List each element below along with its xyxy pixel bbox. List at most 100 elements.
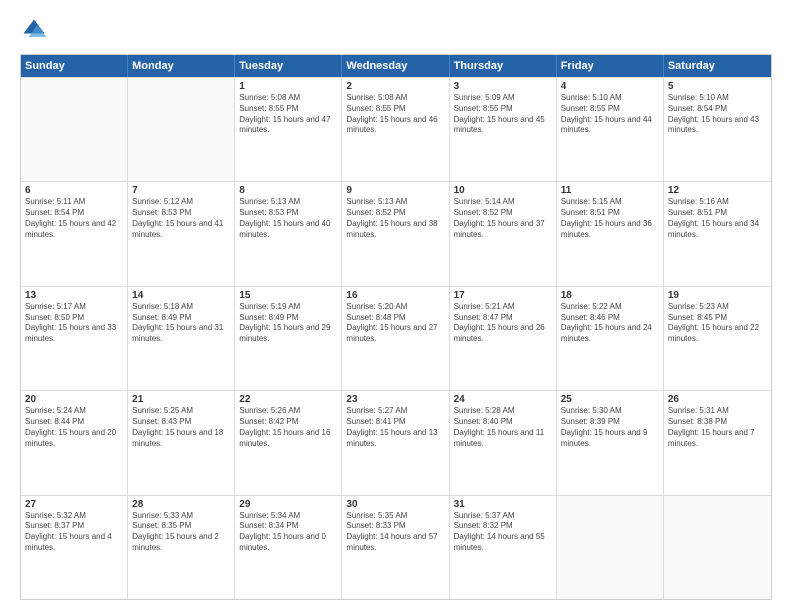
calendar-cell: 10Sunrise: 5:14 AM Sunset: 8:52 PM Dayli… — [450, 182, 557, 285]
calendar-cell: 28Sunrise: 5:33 AM Sunset: 8:35 PM Dayli… — [128, 496, 235, 599]
cell-details: Sunrise: 5:15 AM Sunset: 8:51 PM Dayligh… — [561, 197, 659, 240]
day-number: 13 — [25, 290, 123, 301]
calendar-cell — [21, 78, 128, 181]
cell-details: Sunrise: 5:12 AM Sunset: 8:53 PM Dayligh… — [132, 197, 230, 240]
cell-details: Sunrise: 5:11 AM Sunset: 8:54 PM Dayligh… — [25, 197, 123, 240]
calendar-cell: 7Sunrise: 5:12 AM Sunset: 8:53 PM Daylig… — [128, 182, 235, 285]
cell-details: Sunrise: 5:25 AM Sunset: 8:43 PM Dayligh… — [132, 406, 230, 449]
calendar-cell: 26Sunrise: 5:31 AM Sunset: 8:38 PM Dayli… — [664, 391, 771, 494]
calendar-row: 13Sunrise: 5:17 AM Sunset: 8:50 PM Dayli… — [21, 286, 771, 390]
calendar-body: 1Sunrise: 5:08 AM Sunset: 8:55 PM Daylig… — [21, 77, 771, 599]
cell-details: Sunrise: 5:16 AM Sunset: 8:51 PM Dayligh… — [668, 197, 767, 240]
calendar-cell: 24Sunrise: 5:28 AM Sunset: 8:40 PM Dayli… — [450, 391, 557, 494]
day-number: 27 — [25, 499, 123, 510]
calendar-header-cell: Tuesday — [235, 55, 342, 77]
cell-details: Sunrise: 5:34 AM Sunset: 8:34 PM Dayligh… — [239, 511, 337, 554]
calendar-cell: 2Sunrise: 5:08 AM Sunset: 8:55 PM Daylig… — [342, 78, 449, 181]
cell-details: Sunrise: 5:14 AM Sunset: 8:52 PM Dayligh… — [454, 197, 552, 240]
calendar-header-cell: Sunday — [21, 55, 128, 77]
cell-details: Sunrise: 5:24 AM Sunset: 8:44 PM Dayligh… — [25, 406, 123, 449]
calendar-cell: 30Sunrise: 5:35 AM Sunset: 8:33 PM Dayli… — [342, 496, 449, 599]
day-number: 11 — [561, 185, 659, 196]
calendar-cell — [664, 496, 771, 599]
calendar-cell: 5Sunrise: 5:10 AM Sunset: 8:54 PM Daylig… — [664, 78, 771, 181]
calendar-cell: 18Sunrise: 5:22 AM Sunset: 8:46 PM Dayli… — [557, 287, 664, 390]
cell-details: Sunrise: 5:26 AM Sunset: 8:42 PM Dayligh… — [239, 406, 337, 449]
day-number: 14 — [132, 290, 230, 301]
day-number: 8 — [239, 185, 337, 196]
day-number: 22 — [239, 394, 337, 405]
cell-details: Sunrise: 5:08 AM Sunset: 8:55 PM Dayligh… — [239, 93, 337, 136]
cell-details: Sunrise: 5:32 AM Sunset: 8:37 PM Dayligh… — [25, 511, 123, 554]
day-number: 15 — [239, 290, 337, 301]
logo-icon — [20, 16, 48, 44]
day-number: 17 — [454, 290, 552, 301]
calendar-row: 27Sunrise: 5:32 AM Sunset: 8:37 PM Dayli… — [21, 495, 771, 599]
day-number: 10 — [454, 185, 552, 196]
calendar-cell: 23Sunrise: 5:27 AM Sunset: 8:41 PM Dayli… — [342, 391, 449, 494]
calendar-cell: 15Sunrise: 5:19 AM Sunset: 8:49 PM Dayli… — [235, 287, 342, 390]
day-number: 2 — [346, 81, 444, 92]
cell-details: Sunrise: 5:09 AM Sunset: 8:55 PM Dayligh… — [454, 93, 552, 136]
cell-details: Sunrise: 5:13 AM Sunset: 8:52 PM Dayligh… — [346, 197, 444, 240]
day-number: 1 — [239, 81, 337, 92]
calendar-cell: 17Sunrise: 5:21 AM Sunset: 8:47 PM Dayli… — [450, 287, 557, 390]
day-number: 5 — [668, 81, 767, 92]
day-number: 25 — [561, 394, 659, 405]
day-number: 6 — [25, 185, 123, 196]
cell-details: Sunrise: 5:28 AM Sunset: 8:40 PM Dayligh… — [454, 406, 552, 449]
cell-details: Sunrise: 5:35 AM Sunset: 8:33 PM Dayligh… — [346, 511, 444, 554]
calendar-cell: 19Sunrise: 5:23 AM Sunset: 8:45 PM Dayli… — [664, 287, 771, 390]
cell-details: Sunrise: 5:19 AM Sunset: 8:49 PM Dayligh… — [239, 302, 337, 345]
calendar-cell: 16Sunrise: 5:20 AM Sunset: 8:48 PM Dayli… — [342, 287, 449, 390]
calendar-row: 1Sunrise: 5:08 AM Sunset: 8:55 PM Daylig… — [21, 77, 771, 181]
day-number: 21 — [132, 394, 230, 405]
calendar-cell: 1Sunrise: 5:08 AM Sunset: 8:55 PM Daylig… — [235, 78, 342, 181]
day-number: 24 — [454, 394, 552, 405]
cell-details: Sunrise: 5:37 AM Sunset: 8:32 PM Dayligh… — [454, 511, 552, 554]
cell-details: Sunrise: 5:13 AM Sunset: 8:53 PM Dayligh… — [239, 197, 337, 240]
cell-details: Sunrise: 5:08 AM Sunset: 8:55 PM Dayligh… — [346, 93, 444, 136]
day-number: 7 — [132, 185, 230, 196]
calendar-header-cell: Monday — [128, 55, 235, 77]
calendar-cell: 14Sunrise: 5:18 AM Sunset: 8:49 PM Dayli… — [128, 287, 235, 390]
cell-details: Sunrise: 5:20 AM Sunset: 8:48 PM Dayligh… — [346, 302, 444, 345]
calendar-header-cell: Saturday — [664, 55, 771, 77]
cell-details: Sunrise: 5:18 AM Sunset: 8:49 PM Dayligh… — [132, 302, 230, 345]
day-number: 16 — [346, 290, 444, 301]
calendar-cell: 21Sunrise: 5:25 AM Sunset: 8:43 PM Dayli… — [128, 391, 235, 494]
day-number: 3 — [454, 81, 552, 92]
calendar-header-cell: Wednesday — [342, 55, 449, 77]
cell-details: Sunrise: 5:23 AM Sunset: 8:45 PM Dayligh… — [668, 302, 767, 345]
logo — [20, 16, 52, 44]
cell-details: Sunrise: 5:17 AM Sunset: 8:50 PM Dayligh… — [25, 302, 123, 345]
day-number: 19 — [668, 290, 767, 301]
cell-details: Sunrise: 5:10 AM Sunset: 8:55 PM Dayligh… — [561, 93, 659, 136]
calendar-cell: 20Sunrise: 5:24 AM Sunset: 8:44 PM Dayli… — [21, 391, 128, 494]
calendar-cell: 9Sunrise: 5:13 AM Sunset: 8:52 PM Daylig… — [342, 182, 449, 285]
calendar-cell: 3Sunrise: 5:09 AM Sunset: 8:55 PM Daylig… — [450, 78, 557, 181]
day-number: 28 — [132, 499, 230, 510]
calendar-cell — [128, 78, 235, 181]
calendar-cell: 11Sunrise: 5:15 AM Sunset: 8:51 PM Dayli… — [557, 182, 664, 285]
page: SundayMondayTuesdayWednesdayThursdayFrid… — [0, 0, 792, 612]
calendar-cell: 6Sunrise: 5:11 AM Sunset: 8:54 PM Daylig… — [21, 182, 128, 285]
calendar-cell: 22Sunrise: 5:26 AM Sunset: 8:42 PM Dayli… — [235, 391, 342, 494]
cell-details: Sunrise: 5:33 AM Sunset: 8:35 PM Dayligh… — [132, 511, 230, 554]
cell-details: Sunrise: 5:30 AM Sunset: 8:39 PM Dayligh… — [561, 406, 659, 449]
calendar-row: 6Sunrise: 5:11 AM Sunset: 8:54 PM Daylig… — [21, 181, 771, 285]
day-number: 30 — [346, 499, 444, 510]
calendar-cell: 31Sunrise: 5:37 AM Sunset: 8:32 PM Dayli… — [450, 496, 557, 599]
day-number: 18 — [561, 290, 659, 301]
calendar-cell: 25Sunrise: 5:30 AM Sunset: 8:39 PM Dayli… — [557, 391, 664, 494]
day-number: 20 — [25, 394, 123, 405]
calendar-header-cell: Thursday — [450, 55, 557, 77]
day-number: 31 — [454, 499, 552, 510]
calendar-row: 20Sunrise: 5:24 AM Sunset: 8:44 PM Dayli… — [21, 390, 771, 494]
calendar-cell: 13Sunrise: 5:17 AM Sunset: 8:50 PM Dayli… — [21, 287, 128, 390]
calendar-cell: 29Sunrise: 5:34 AM Sunset: 8:34 PM Dayli… — [235, 496, 342, 599]
cell-details: Sunrise: 5:10 AM Sunset: 8:54 PM Dayligh… — [668, 93, 767, 136]
day-number: 12 — [668, 185, 767, 196]
cell-details: Sunrise: 5:21 AM Sunset: 8:47 PM Dayligh… — [454, 302, 552, 345]
calendar-cell: 27Sunrise: 5:32 AM Sunset: 8:37 PM Dayli… — [21, 496, 128, 599]
